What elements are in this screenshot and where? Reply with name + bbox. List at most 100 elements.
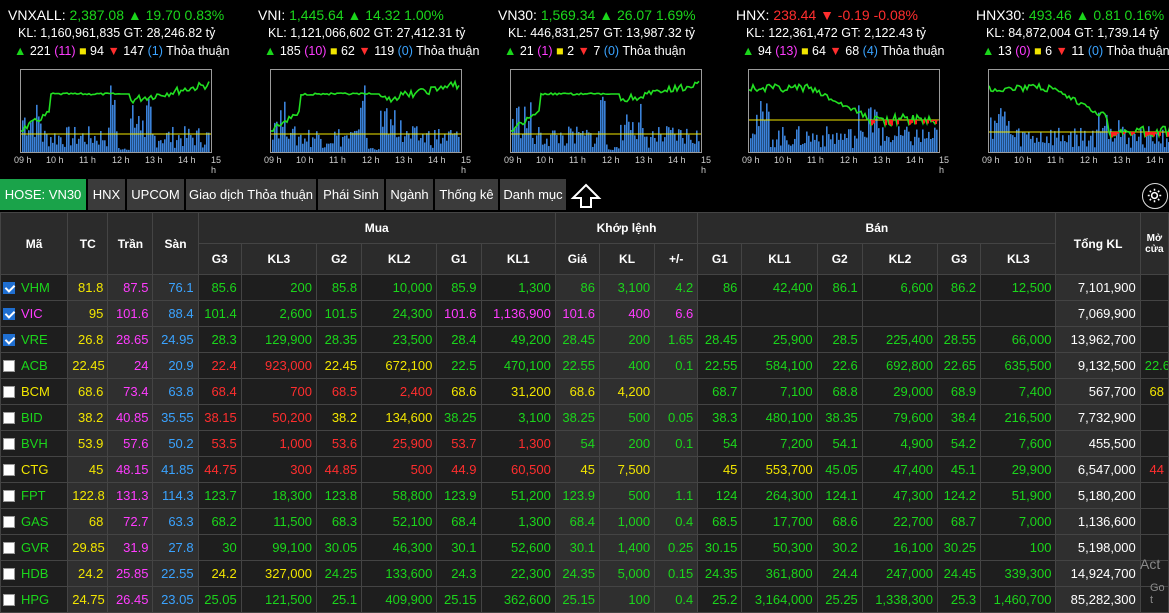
volume-bar xyxy=(408,133,410,152)
table-row[interactable]: VRE 26.828.6524.9528.3129,90028.3523,500… xyxy=(1,327,1169,353)
col-total-volume[interactable]: Tổng KL xyxy=(1056,213,1140,275)
volume-bar xyxy=(1016,130,1018,152)
intraday-chart[interactable] xyxy=(510,69,702,153)
volume-bar xyxy=(314,139,316,152)
matched-change: 6.6 xyxy=(655,301,698,327)
intraday-chart[interactable] xyxy=(270,69,462,153)
volume-bar xyxy=(844,134,846,152)
matched-change: 0.4 xyxy=(655,509,698,535)
volume-bar xyxy=(792,144,794,152)
watchlist-checkbox[interactable] xyxy=(3,386,15,398)
volume-bar xyxy=(580,133,582,152)
col-ceiling[interactable]: Trần xyxy=(108,213,153,275)
intraday-chart[interactable] xyxy=(748,69,940,153)
tab-8[interactable]: Danh mục xyxy=(500,179,566,210)
table-row[interactable]: BVH 53.957.650.253.51,00053.625,90053.71… xyxy=(1,431,1169,457)
index-card[interactable]: HNX30: 493.46 ▲ 0.81 0.16% KL: 84,872,00… xyxy=(968,0,1169,176)
volume-bar xyxy=(1046,136,1048,152)
sell-price-1: 30.15 xyxy=(698,535,742,561)
watchlist-checkbox[interactable] xyxy=(3,542,15,554)
table-row[interactable]: ACB 22.452420.922.4923,00022.45672,10022… xyxy=(1,353,1169,379)
table-row[interactable]: VIC 95101.688.4101.42,600101.524,300101.… xyxy=(1,301,1169,327)
arrow-up-icon[interactable] xyxy=(570,182,602,210)
gear-icon[interactable] xyxy=(1142,183,1168,209)
ceiling-count: (1) xyxy=(537,44,552,58)
tab-4[interactable]: Giao dịch Thỏa thuận xyxy=(186,179,316,210)
negotiated-deal-link[interactable]: Thỏa thuận xyxy=(622,44,685,58)
watchlist-checkbox[interactable] xyxy=(3,334,15,346)
symbol-cell[interactable]: VHM xyxy=(1,275,68,301)
negotiated-deal-link[interactable]: Thỏa thuận xyxy=(1106,44,1169,58)
intraday-chart[interactable] xyxy=(20,69,212,153)
table-row[interactable]: HPG 24.7526.4523.0525.05121,50025.1409,9… xyxy=(1,587,1169,613)
volume-bar xyxy=(804,143,806,152)
table-row[interactable]: BCM 68.673.463.868.470068.52,40068.631,2… xyxy=(1,379,1169,405)
symbol-cell[interactable]: VRE xyxy=(1,327,68,353)
watchlist-checkbox[interactable] xyxy=(3,516,15,528)
below-reference-mark xyxy=(1111,132,1113,137)
negotiated-deal-link[interactable]: Thỏa thuận xyxy=(416,44,479,58)
watchlist-checkbox[interactable] xyxy=(3,360,15,372)
sell-price-2: 28.5 xyxy=(817,327,862,353)
symbol-cell[interactable]: BID xyxy=(1,405,68,431)
tab-1[interactable]: HOSE: VN30 xyxy=(0,179,86,210)
tab-7[interactable]: Thống kê xyxy=(435,179,498,210)
symbol-cell[interactable]: FPT xyxy=(1,483,68,509)
intraday-chart[interactable] xyxy=(988,69,1169,153)
symbol-cell[interactable]: CTG xyxy=(1,457,68,483)
symbol-cell[interactable]: GVR xyxy=(1,535,68,561)
volume-bar xyxy=(42,142,44,152)
watchlist-checkbox[interactable] xyxy=(3,464,15,476)
tab-5[interactable]: Phái Sinh xyxy=(318,179,384,210)
table-row[interactable]: BID 38.240.8535.5538.1550,20038.2134,600… xyxy=(1,405,1169,431)
col-open[interactable]: Mở cửa xyxy=(1140,213,1168,275)
symbol-cell[interactable]: ACB xyxy=(1,353,68,379)
index-card[interactable]: VNXALL: 2,387.08 ▲ 19.70 0.83% KL: 1,160… xyxy=(0,0,240,176)
watchlist-checkbox[interactable] xyxy=(3,594,15,606)
matched-price: 24.35 xyxy=(555,561,599,587)
symbol-cell[interactable]: GAS xyxy=(1,509,68,535)
watchlist-checkbox[interactable] xyxy=(3,412,15,424)
time-axis: 09 h10 h11 h12 h13 h14 h15 h xyxy=(264,155,469,167)
negotiated-deal-link[interactable]: Thỏa thuận xyxy=(166,44,229,58)
table-row[interactable]: CTG 4548.1541.8544.7530044.8550044.960,5… xyxy=(1,457,1169,483)
volume-bar xyxy=(106,146,108,152)
tab-2[interactable]: HNX xyxy=(88,179,125,210)
tab-3[interactable]: UPCOM xyxy=(127,179,184,210)
symbol-cell[interactable]: BCM xyxy=(1,379,68,405)
table-row[interactable]: GAS 6872.763.368.211,50068.352,10068.41,… xyxy=(1,509,1169,535)
table-row[interactable]: FPT 122.8131.3114.3123.718,300123.858,80… xyxy=(1,483,1169,509)
watchlist-checkbox[interactable] xyxy=(3,438,15,450)
symbol-cell[interactable]: HPG xyxy=(1,587,68,613)
time-tick: 11 h xyxy=(1047,155,1064,165)
table-row[interactable]: VHM 81.887.576.185.620085.810,00085.91,3… xyxy=(1,275,1169,301)
col-symbol[interactable]: Mã xyxy=(1,213,68,275)
watchlist-checkbox[interactable] xyxy=(3,490,15,502)
ceiling-price: 24 xyxy=(108,353,153,379)
watchlist-checkbox[interactable] xyxy=(3,282,15,294)
volume-bar xyxy=(628,122,630,152)
index-card[interactable]: VNI: 1,445.64 ▲ 14.32 1.00% KL: 1,121,06… xyxy=(250,0,490,176)
tab-6[interactable]: Ngành xyxy=(386,179,433,210)
negotiated-deal-link[interactable]: Thỏa thuận xyxy=(881,44,944,58)
matched-volume: 400 xyxy=(599,301,654,327)
table-row[interactable]: GVR 29.8531.927.83099,10030.0546,30030.1… xyxy=(1,535,1169,561)
symbol-cell[interactable]: BVH xyxy=(1,431,68,457)
buy-price-2: 28.35 xyxy=(317,327,362,353)
col-floor[interactable]: Sàn xyxy=(153,213,198,275)
volume-bar xyxy=(544,144,546,152)
symbol-cell[interactable]: VIC xyxy=(1,301,68,327)
volume-bar xyxy=(600,100,602,152)
table-row[interactable]: HDB 24.225.8522.5524.2327,00024.25133,60… xyxy=(1,561,1169,587)
watchlist-checkbox[interactable] xyxy=(3,568,15,580)
time-axis: 09 h10 h11 h12 h13 h14 h15 h xyxy=(982,155,1169,167)
volume-bar xyxy=(400,120,402,152)
volume-bar xyxy=(852,148,854,152)
index-card[interactable]: HNX: 238.44 ▼ -0.19 -0.08% KL: 122,361,4… xyxy=(728,0,968,176)
ceiling-count: (0) xyxy=(1015,44,1030,58)
watchlist-checkbox[interactable] xyxy=(3,308,15,320)
col-ref[interactable]: TC xyxy=(68,213,108,275)
volume-bar xyxy=(648,148,650,152)
index-card[interactable]: VN30: 1,569.34 ▲ 26.07 1.69% KL: 446,831… xyxy=(490,0,730,176)
symbol-cell[interactable]: HDB xyxy=(1,561,68,587)
